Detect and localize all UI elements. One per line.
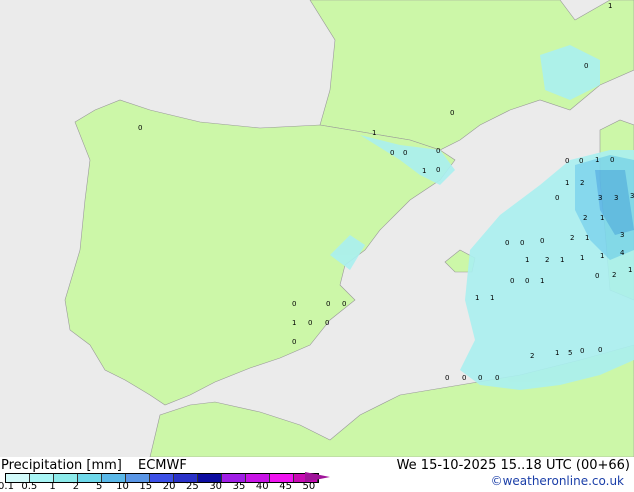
precip-value: 0 xyxy=(326,300,330,308)
precip-value: 0 xyxy=(525,277,529,285)
precip-value: 0 xyxy=(495,374,499,382)
precip-value: 0 xyxy=(138,124,142,132)
scale-tick-label: 0.1 xyxy=(0,481,14,492)
scale-tick-label: 15 xyxy=(139,481,153,492)
precip-value: 1 xyxy=(600,214,604,222)
precip-value: 0 xyxy=(292,300,296,308)
precip-value: 3 xyxy=(598,194,602,202)
precip-value: 0 xyxy=(565,157,569,165)
precip-value: 0 xyxy=(308,319,312,327)
precip-value: 0 xyxy=(462,374,466,382)
precip-value: 1 xyxy=(422,167,426,175)
precip-value: 0 xyxy=(598,346,602,354)
forecast-datetime: We 15-10-2025 15..18 UTC (00+66) xyxy=(396,458,630,473)
precip-value: 0 xyxy=(342,300,346,308)
scale-tick-label: 35 xyxy=(232,481,246,492)
precip-value: 0 xyxy=(584,62,588,70)
precip-value: 1 xyxy=(580,254,584,262)
precip-value: 2 xyxy=(583,214,587,222)
precip-value: 1 xyxy=(565,179,569,187)
precip-value: 3 xyxy=(620,231,624,239)
precip-value: 4 xyxy=(620,249,625,257)
copyright-link[interactable]: ©weatheronline.co.uk xyxy=(491,474,624,488)
precip-value: 1 xyxy=(372,129,376,137)
scale-tick-label: 45 xyxy=(279,481,292,492)
precip-value: 1 xyxy=(475,294,479,302)
precip-value: 0 xyxy=(540,237,544,245)
precip-value: 0 xyxy=(445,374,449,382)
precip-value: 1 xyxy=(560,256,564,264)
precip-value: 0 xyxy=(436,147,440,155)
precip-value: 0 xyxy=(436,166,440,174)
precip-value: 0 xyxy=(555,194,559,202)
precip-value: 0 xyxy=(610,156,614,164)
precip-value: 2 xyxy=(545,256,549,264)
precip-value: 1 xyxy=(490,294,494,302)
legend-title: Precipitation [mm] xyxy=(1,458,122,473)
precip-value: 0 xyxy=(595,272,599,280)
precip-value: 0 xyxy=(510,277,514,285)
precip-value: 1 xyxy=(600,252,604,260)
scale-tick-label: 40 xyxy=(255,481,269,492)
precip-value: 0 xyxy=(403,149,407,157)
precipitation-map: 010 0 01 00010 0 1 01 23 3 302 12 141312011210 0 0110… xyxy=(0,0,634,457)
precip-value: 1 xyxy=(540,277,544,285)
precip-value: 0 xyxy=(580,347,584,355)
scale-tick-label: 25 xyxy=(186,481,199,492)
precip-value: 0 xyxy=(292,338,296,346)
precip-value: 1 xyxy=(628,266,632,274)
precip-value: 3 xyxy=(614,194,618,202)
scale-tick-label: 20 xyxy=(162,481,176,492)
precip-value: 1 xyxy=(525,256,529,264)
scale-tick-label: 5 xyxy=(96,481,103,492)
precip-value: 5 xyxy=(568,349,572,357)
model-name: ECMWF xyxy=(138,458,187,473)
scale-tick-label: 30 xyxy=(209,481,223,492)
precip-value: 0 xyxy=(325,319,329,327)
scale-tick-label: 0.5 xyxy=(21,481,38,492)
precip-value: 2 xyxy=(570,234,574,242)
precip-value: 0 xyxy=(520,239,524,247)
scale-tick-label: 50 xyxy=(302,481,316,492)
precip-value: 2 xyxy=(580,179,584,187)
scale-tick-label: 10 xyxy=(116,481,129,492)
precip-value: 1 xyxy=(292,319,296,327)
precip-value: 0 xyxy=(450,109,454,117)
precip-value: 0 xyxy=(505,239,509,247)
precip-value: 3 xyxy=(630,192,634,200)
precip-value: 1 xyxy=(608,2,612,10)
precip-value: 0 xyxy=(579,157,583,165)
precip-value: 1 xyxy=(555,349,559,357)
precip-value: 2 xyxy=(612,271,616,279)
precip-value: 1 xyxy=(595,156,599,164)
precip-value: 0 xyxy=(390,149,394,157)
precip-value: 0 xyxy=(478,374,482,382)
scale-tick-label: 1 xyxy=(49,481,56,492)
precip-value: 1 xyxy=(585,234,589,242)
scale-tick-label: 2 xyxy=(72,481,80,492)
precip-value: 2 xyxy=(530,352,534,360)
